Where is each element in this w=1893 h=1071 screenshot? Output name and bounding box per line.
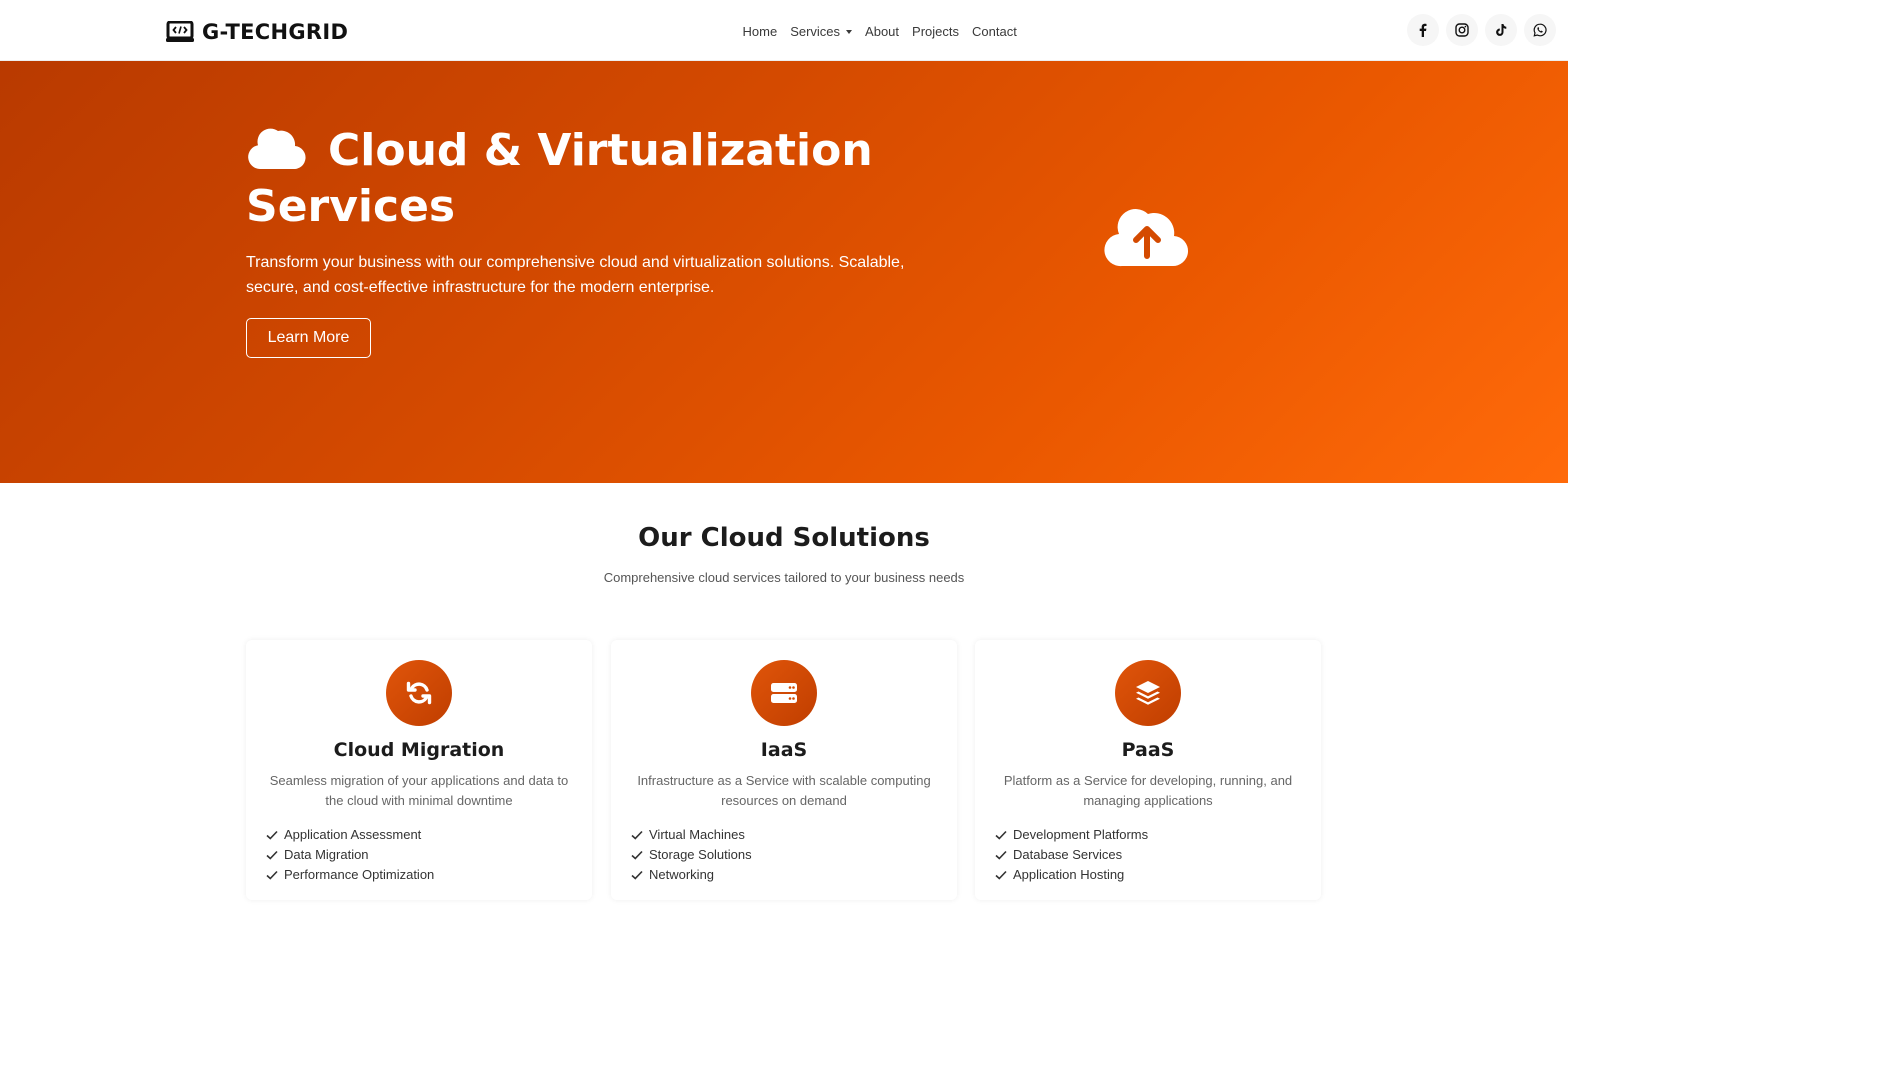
check-icon <box>266 870 278 880</box>
check-icon <box>266 830 278 840</box>
tiktok-icon <box>1496 24 1507 36</box>
laptop-code-icon <box>166 21 194 42</box>
solutions-subtitle: Comprehensive cloud services tailored to… <box>603 570 965 585</box>
list-item: Application Assessment <box>266 825 434 845</box>
check-icon <box>266 850 278 860</box>
hero-title: Cloud & Virtualization Services <box>246 125 873 232</box>
main-nav: Home Services About Projects Contact <box>736 24 1023 39</box>
list-item: Development Platforms <box>995 825 1148 845</box>
check-icon <box>995 830 1007 840</box>
solution-card-iaas[interactable]: IaaS Infrastructure as a Service with sc… <box>611 640 957 900</box>
feature-list: Application Assessment Data Migration Pe… <box>266 825 434 885</box>
feature-list: Development Platforms Database Services … <box>995 825 1148 885</box>
nav-contact[interactable]: Contact <box>966 24 1024 39</box>
caret-down-icon <box>846 29 853 34</box>
cloud-icon <box>248 128 306 169</box>
check-icon <box>631 850 643 860</box>
card-title: PaaS <box>1121 739 1175 761</box>
list-item: Performance Optimization <box>266 865 434 885</box>
nav-services-dropdown[interactable]: Services <box>784 24 859 39</box>
card-title: IaaS <box>760 739 808 761</box>
tiktok-link[interactable] <box>1485 14 1517 46</box>
card-description: Platform as a Service for developing, ru… <box>1003 773 1293 808</box>
sync-icon <box>406 681 432 705</box>
list-item: Database Services <box>995 845 1148 865</box>
brand-name: G-TECHGRID <box>202 20 349 44</box>
nav-about[interactable]: About <box>859 24 906 39</box>
list-item: Storage Solutions <box>631 845 752 865</box>
card-icon-badge <box>1115 660 1181 726</box>
card-icon-badge <box>386 660 452 726</box>
brand-logo[interactable]: G-TECHGRID <box>166 20 348 44</box>
check-icon <box>631 830 643 840</box>
card-title: Cloud Migration <box>333 739 505 761</box>
card-icon-badge <box>751 660 817 726</box>
feature-list: Virtual Machines Storage Solutions Netwo… <box>631 825 752 885</box>
navbar: G-TECHGRID Home Services About Projects … <box>0 0 1568 61</box>
layers-icon <box>1136 681 1160 705</box>
cloud-upload-icon <box>1104 209 1189 267</box>
list-item: Data Migration <box>266 845 434 865</box>
check-icon <box>631 870 643 880</box>
server-icon <box>771 683 797 703</box>
learn-more-button[interactable]: Learn More <box>246 318 371 358</box>
solutions-title: Our Cloud Solutions <box>638 523 930 553</box>
solution-card-cloud-migration[interactable]: Cloud Migration Seamless migration of yo… <box>246 640 592 900</box>
instagram-link[interactable] <box>1446 14 1478 46</box>
card-description: Infrastructure as a Service with scalabl… <box>637 773 931 808</box>
hero-description: Transform your business with our compreh… <box>246 254 905 296</box>
nav-projects[interactable]: Projects <box>906 24 966 39</box>
list-item: Networking <box>631 865 752 885</box>
hero-section: Cloud & Virtualization Services Transfor… <box>0 61 1568 483</box>
facebook-icon <box>1419 23 1427 37</box>
card-description: Seamless migration of your applications … <box>269 773 569 808</box>
whatsapp-icon <box>1533 23 1547 37</box>
whatsapp-link[interactable] <box>1524 14 1556 46</box>
list-item: Virtual Machines <box>631 825 752 845</box>
check-icon <box>995 850 1007 860</box>
solution-card-paas[interactable]: PaaS Platform as a Service for developin… <box>975 640 1321 900</box>
nav-home[interactable]: Home <box>736 24 784 39</box>
social-links <box>1407 14 1556 46</box>
list-item: Application Hosting <box>995 865 1148 885</box>
instagram-icon <box>1455 23 1469 37</box>
facebook-link[interactable] <box>1407 14 1439 46</box>
check-icon <box>995 870 1007 880</box>
